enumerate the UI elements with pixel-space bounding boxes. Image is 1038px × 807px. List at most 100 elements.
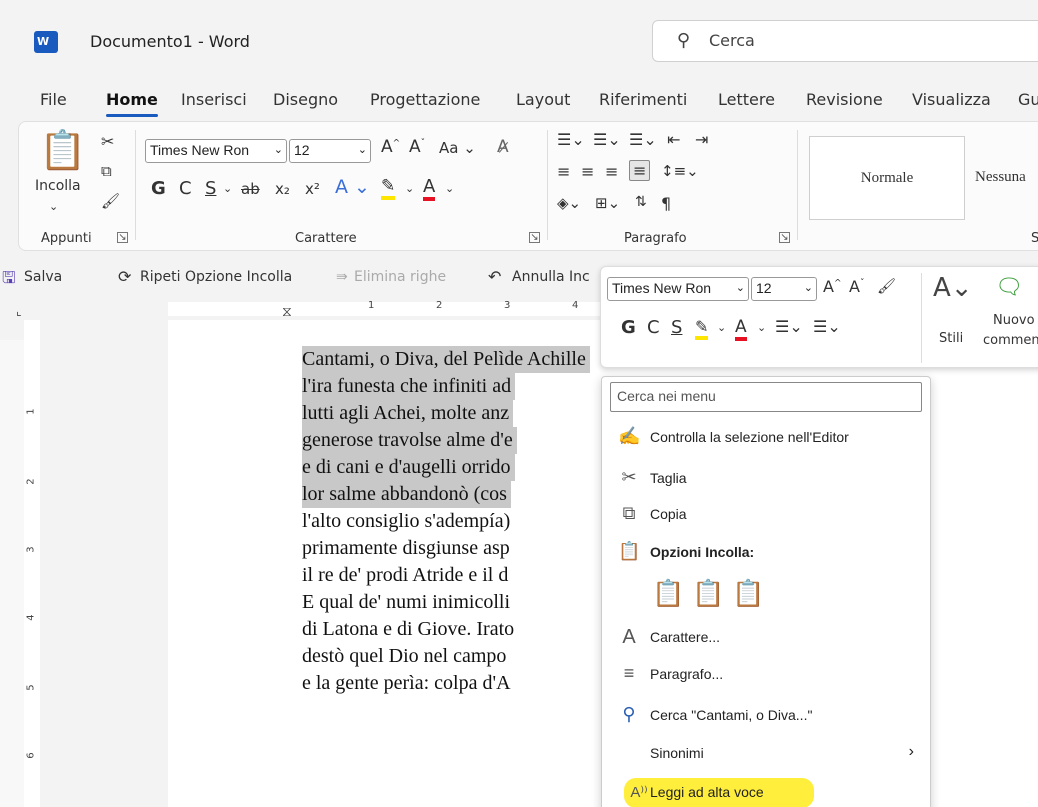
- document-line[interactable]: il re de' prodi Atride e il d: [302, 562, 508, 589]
- menu-search-input[interactable]: Cerca nei menu: [610, 382, 922, 412]
- menu-item-cut[interactable]: ✂ Taglia: [602, 461, 930, 497]
- grow-font-icon[interactable]: A^: [381, 137, 400, 157]
- menu-item-font[interactable]: A Carattere...: [602, 620, 930, 656]
- document-line[interactable]: generose travolse alme d'e: [302, 427, 517, 454]
- repeat-icon[interactable]: ⟳: [118, 267, 131, 286]
- numbering-icon[interactable]: ☰⌄: [593, 130, 621, 149]
- paste-merge-format-icon[interactable]: 📋: [692, 579, 724, 611]
- line-spacing-icon[interactable]: ↕≡⌄: [661, 162, 699, 180]
- ruler-strip[interactable]: [168, 302, 608, 316]
- highlight-dropdown-icon[interactable]: ⌄: [405, 182, 414, 195]
- document-line[interactable]: E qual de' numi inimicolli: [302, 589, 510, 616]
- document-line[interactable]: primamente disgiunse asp: [302, 535, 510, 562]
- align-left-icon[interactable]: ≡: [557, 162, 570, 181]
- tab-home[interactable]: Home: [106, 90, 158, 117]
- italic-button[interactable]: C: [179, 178, 192, 199]
- paste-dropdown-icon[interactable]: ⌄: [49, 200, 58, 213]
- justify-icon[interactable]: ≡: [629, 160, 651, 181]
- multilevel-list-icon[interactable]: ☰⌄: [629, 130, 657, 149]
- document-line[interactable]: lutti agli Achei, molte anz: [302, 400, 514, 427]
- menu-item-search[interactable]: ⚲ Cerca "Cantami, o Diva...": [602, 698, 930, 734]
- menu-item-read-aloud[interactable]: A⁾⁾ Leggi ad alta voce: [602, 775, 930, 807]
- bold-button[interactable]: G: [151, 178, 166, 199]
- tab-progettazione[interactable]: Progettazione: [370, 90, 480, 109]
- font-name-dropdown[interactable]: Times New Ron ⌄: [145, 139, 287, 163]
- mini-italic-button[interactable]: C: [647, 317, 660, 338]
- mini-underline-button[interactable]: S: [671, 317, 682, 338]
- align-center-icon[interactable]: ≡: [581, 162, 594, 181]
- font-color-icon[interactable]: A: [423, 176, 436, 201]
- borders-icon[interactable]: ⊞⌄: [595, 194, 620, 212]
- tab-visualizza[interactable]: Visualizza: [912, 90, 991, 109]
- font-color-dropdown-icon[interactable]: ⌄: [445, 182, 454, 195]
- document-line[interactable]: di Latona e di Giove. Irato: [302, 616, 514, 643]
- new-comment-label[interactable]: commen: [983, 333, 1038, 348]
- format-painter-icon[interactable]: 🖌: [877, 277, 896, 295]
- document-line[interactable]: destò quel Dio nel campo: [302, 643, 506, 670]
- styles-icon[interactable]: A⌄: [933, 273, 973, 303]
- menu-item-editor[interactable]: ✍ Controlla la selezione nell'Editor: [602, 420, 930, 456]
- undo-button[interactable]: Annulla Inc: [512, 269, 590, 285]
- document-line[interactable]: e di cani e d'augelli orrido: [302, 454, 515, 481]
- copy-icon[interactable]: ⧉: [101, 162, 112, 180]
- decrease-indent-icon[interactable]: ⇤: [667, 130, 680, 149]
- format-painter-icon[interactable]: 🖌: [101, 192, 120, 210]
- appunti-expander-icon[interactable]: ↘: [117, 232, 128, 243]
- document-line[interactable]: Cantami, o Diva, del Pelìde Achille: [302, 346, 590, 373]
- highlight-pen-icon[interactable]: ✎: [695, 317, 709, 340]
- font-color-icon[interactable]: A: [735, 317, 747, 341]
- paragrafo-expander-icon[interactable]: ↘: [779, 232, 790, 243]
- menu-item-synonyms[interactable]: Sinonimi ›: [602, 736, 930, 772]
- clear-formatting-icon[interactable]: A̷: [497, 137, 509, 157]
- paste-text-only-icon[interactable]: 📋: [732, 579, 764, 611]
- shrink-font-icon[interactable]: Aˇ: [849, 277, 864, 296]
- new-comment-icon[interactable]: 🗨: [995, 275, 1023, 300]
- paste-keep-format-icon[interactable]: 📋: [652, 579, 684, 611]
- search-input[interactable]: ⚲ Cerca: [652, 20, 1038, 62]
- menu-item-copy[interactable]: ⧉ Copia: [602, 497, 930, 533]
- increase-indent-icon[interactable]: ⇥: [695, 130, 708, 149]
- paste-button-label[interactable]: Incolla: [35, 178, 81, 194]
- highlight-pen-icon[interactable]: ✎: [381, 176, 396, 200]
- tab-guida[interactable]: Gu: [1018, 90, 1038, 109]
- document-line[interactable]: e la gente perìa: colpa d'A: [302, 670, 511, 697]
- sort-icon[interactable]: ⇅: [635, 194, 647, 210]
- styles-label[interactable]: Stili: [939, 331, 963, 346]
- mini-font-size-dropdown[interactable]: 12 ⌄: [751, 277, 817, 301]
- save-button[interactable]: Salva: [24, 269, 62, 285]
- style-nessuna[interactable]: Nessuna: [961, 136, 1038, 220]
- menu-item-paragraph[interactable]: ≡ Paragrafo...: [602, 657, 930, 693]
- tab-disegno[interactable]: Disegno: [273, 90, 338, 109]
- underline-button[interactable]: S: [205, 178, 216, 199]
- tab-stop-icon[interactable]: ⌞: [16, 304, 22, 318]
- mini-font-name-dropdown[interactable]: Times New Ron ⌄: [607, 277, 749, 301]
- carattere-expander-icon[interactable]: ↘: [529, 232, 540, 243]
- strikethrough-button[interactable]: ab: [241, 180, 260, 198]
- underline-dropdown-icon[interactable]: ⌄: [223, 182, 232, 195]
- bullets-icon[interactable]: ☰⌄: [775, 317, 803, 336]
- save-icon[interactable]: 🖫: [2, 267, 16, 294]
- paste-clipboard-icon[interactable]: 📋: [39, 128, 86, 173]
- superscript-button[interactable]: x²: [305, 180, 320, 198]
- new-comment-label[interactable]: Nuovo: [993, 313, 1035, 328]
- style-normale[interactable]: Normale: [809, 136, 965, 220]
- indent-marker-icon[interactable]: ⧖: [282, 304, 292, 320]
- document-line[interactable]: lor salme abbandonò (cos: [302, 481, 511, 508]
- bullets-icon[interactable]: ☰⌄: [557, 130, 585, 149]
- mini-bold-button[interactable]: G: [621, 317, 636, 338]
- shading-icon[interactable]: ◈⌄: [557, 194, 581, 212]
- grow-font-icon[interactable]: A^: [823, 277, 842, 296]
- cut-icon[interactable]: ✂: [101, 132, 114, 151]
- numbering-icon[interactable]: ☰⌄: [813, 317, 841, 336]
- text-effects-icon[interactable]: A ⌄: [335, 176, 370, 198]
- chevron-down-icon[interactable]: ⌄: [757, 321, 766, 334]
- tab-revisione[interactable]: Revisione: [806, 90, 883, 109]
- font-size-dropdown[interactable]: 12 ⌄: [289, 139, 371, 163]
- subscript-button[interactable]: x₂: [275, 180, 290, 198]
- change-case-button[interactable]: Aa ⌄: [439, 139, 476, 157]
- undo-icon[interactable]: ↶: [488, 267, 501, 286]
- document-line[interactable]: l'ira funesta che infiniti ad: [302, 373, 516, 400]
- tab-inserisci[interactable]: Inserisci: [181, 90, 247, 109]
- tab-riferimenti[interactable]: Riferimenti: [599, 90, 687, 109]
- align-right-icon[interactable]: ≡: [605, 162, 618, 181]
